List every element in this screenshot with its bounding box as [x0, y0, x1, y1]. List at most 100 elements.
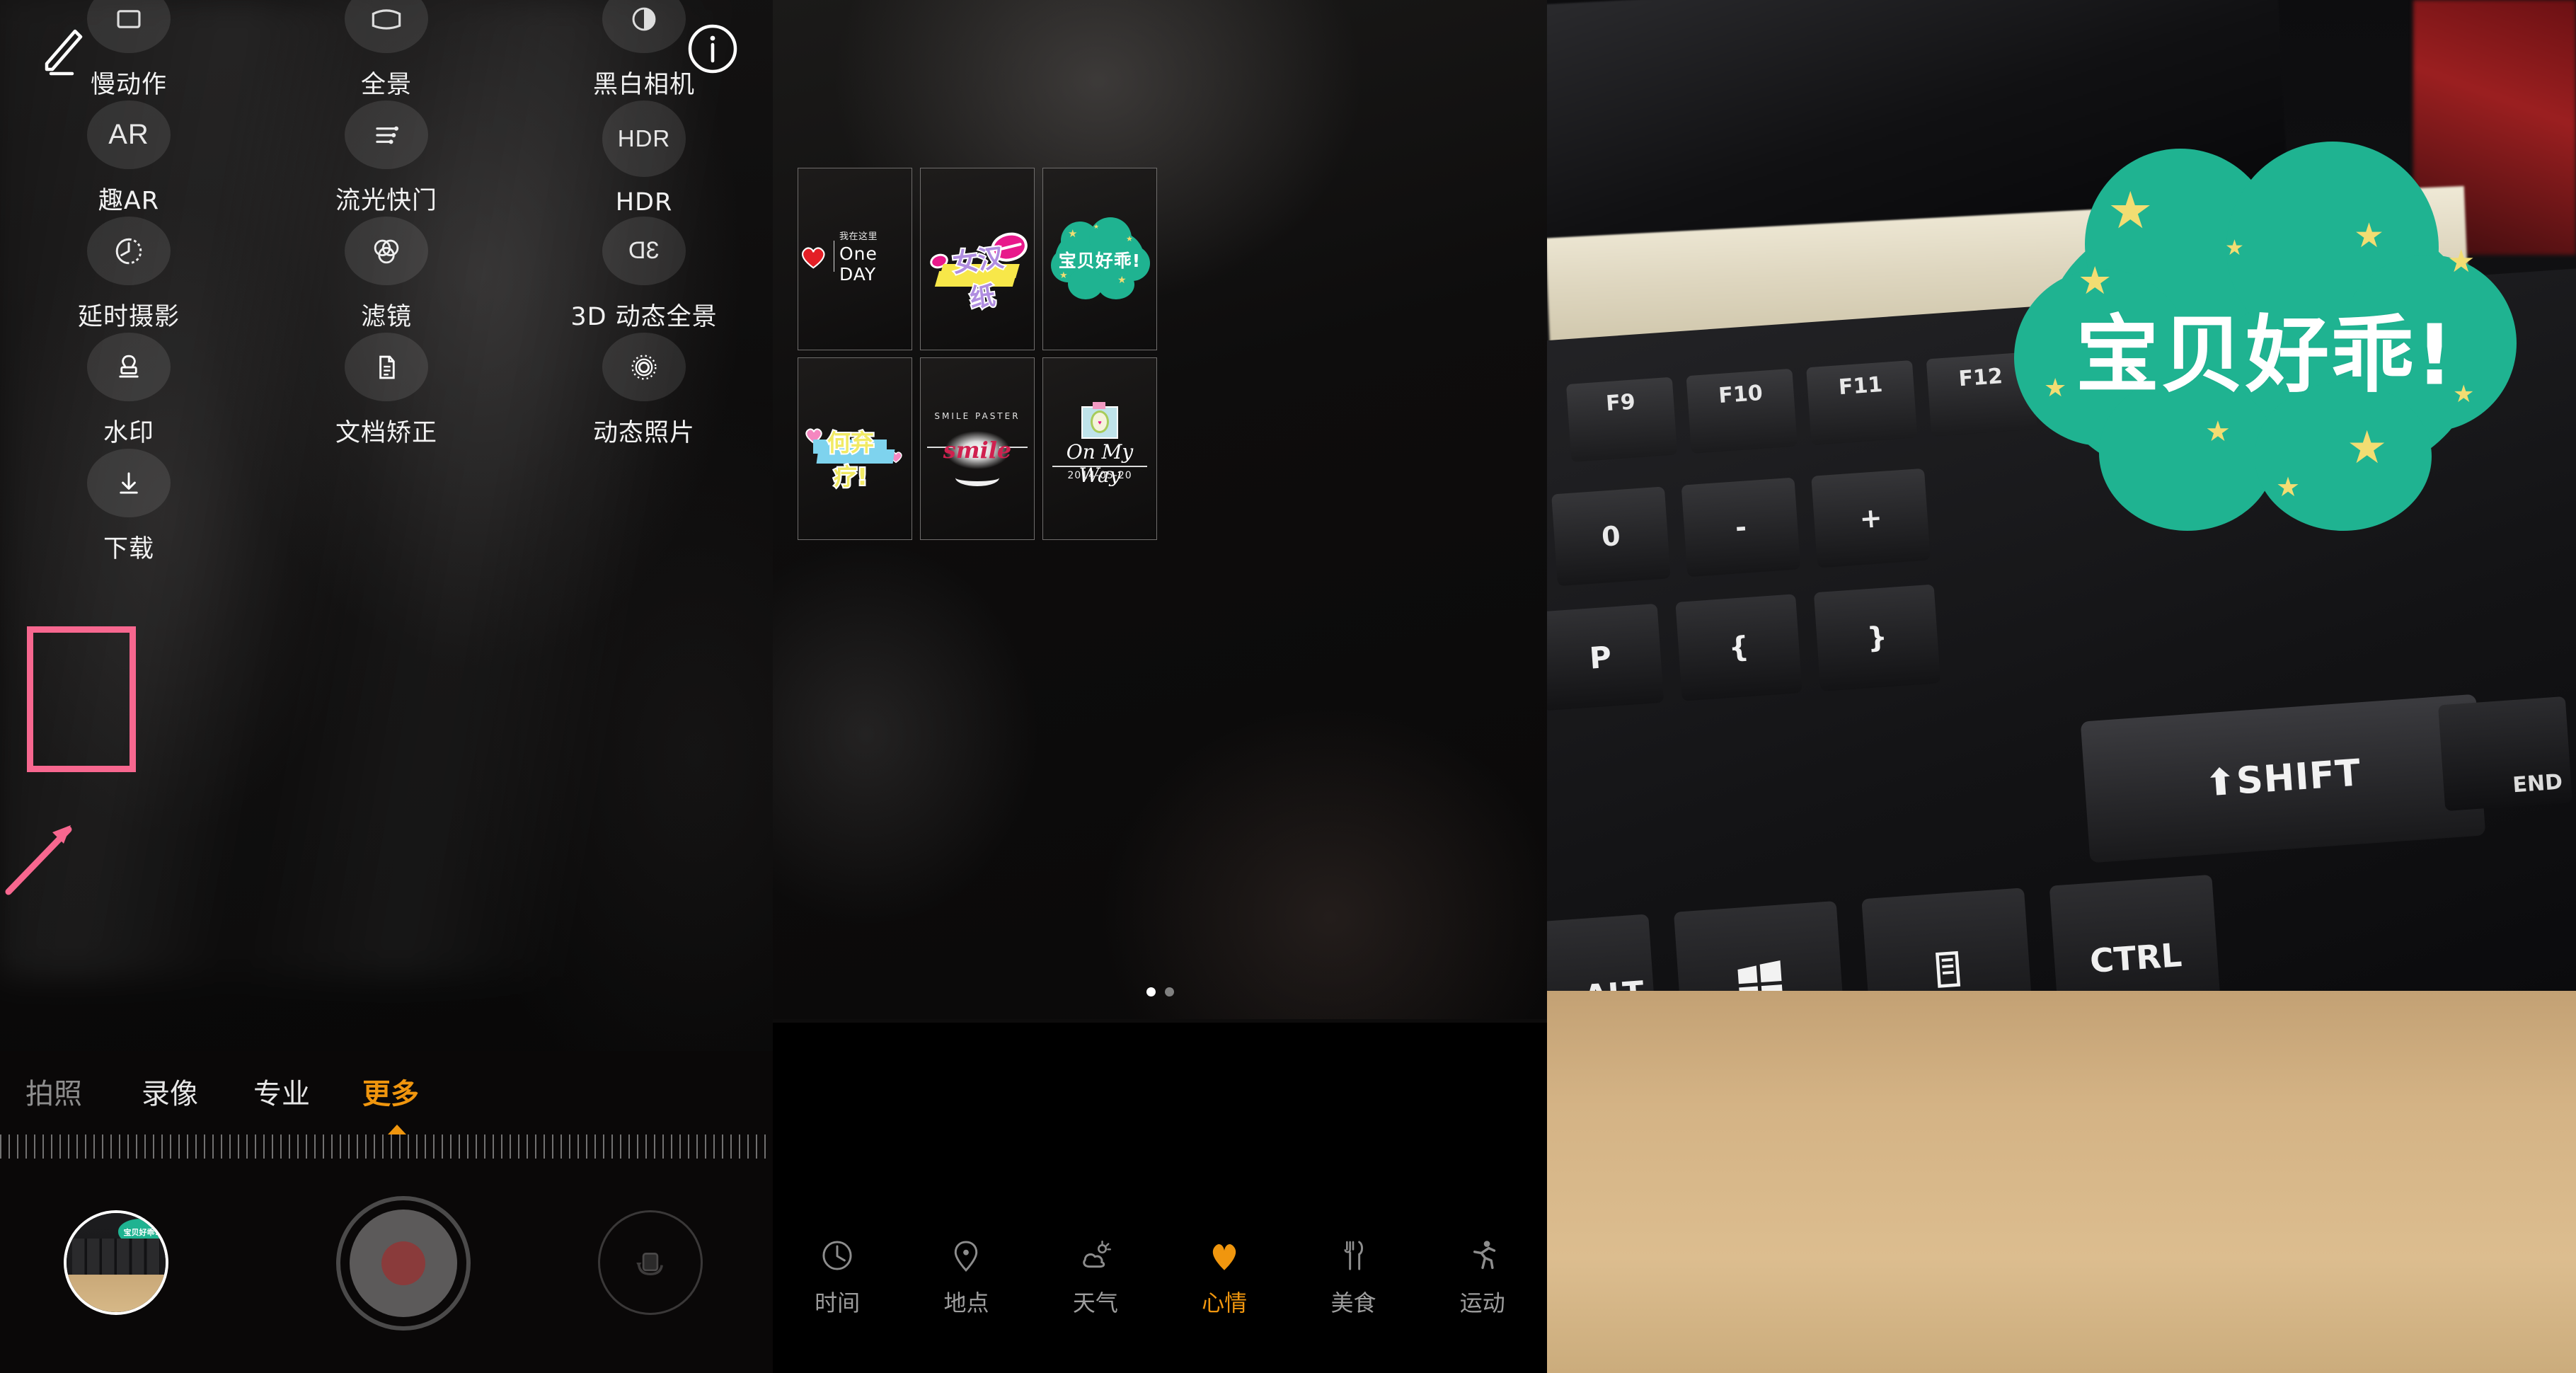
nav-label: 地点	[943, 1289, 989, 1316]
tab-photo[interactable]: 拍照	[25, 1071, 82, 1112]
zoom-ruler[interactable]	[0, 1134, 773, 1159]
mode-item-filter[interactable]: 滤镜	[258, 217, 515, 333]
key-label: }	[1865, 621, 1889, 655]
mode-label: 下载	[103, 535, 154, 563]
mode-label: 滤镜	[360, 303, 412, 331]
running-person-icon	[1464, 1230, 1501, 1274]
shutter-button[interactable]	[336, 1196, 471, 1331]
shutter-record-dot	[381, 1241, 425, 1285]
camera-top-bar	[0, 0, 773, 106]
sticker-cell-nv-han-zhi[interactable]: 女汉纸	[920, 168, 1035, 350]
sticker-subtitle: SMILE PASTER	[934, 411, 1020, 421]
star-icon: ★	[2205, 416, 2231, 447]
watermark-category-nav: 时间 地点 天气 心情 美食 运动	[773, 1230, 1547, 1318]
key-label: F12	[1957, 364, 2004, 392]
sticker-cell-on-my-way[interactable]: ♥ On My Way 2014-05-20	[1042, 357, 1157, 540]
gallery-thumbnail[interactable]: 宝贝好乖!	[64, 1210, 168, 1315]
result-photo-panel: F9 F10 F11 F12 0 - + P {} ⬆SHIFT CTRL E…	[1547, 0, 2576, 1373]
key-label: END	[2512, 769, 2564, 798]
mode-item-3d-panorama[interactable]: 3D 3D 动态全景	[515, 217, 773, 333]
tab-video[interactable]: 录像	[142, 1071, 198, 1112]
mode-item-ar[interactable]: AR 趣AR	[0, 100, 258, 217]
motion-photo-icon	[602, 333, 686, 401]
key-end: END	[2437, 696, 2573, 812]
watermark-stamp-icon	[87, 333, 171, 401]
sticker-title: 何弃疗!	[826, 427, 875, 492]
page-dot-active[interactable]	[1146, 987, 1156, 996]
3d-panorama-icon: 3D	[602, 217, 686, 285]
applied-watermark-sticker[interactable]: ★ ★ ★ ★ ★ ★ ★ ★ ★ ★ 宝贝好乖!	[2014, 142, 2517, 538]
sticker-cell-one-day[interactable]: 我在这里 One DAY	[798, 168, 912, 350]
mode-item-download[interactable]: 下载	[0, 449, 258, 565]
download-icon	[87, 449, 171, 517]
page-dot[interactable]	[1164, 987, 1174, 996]
shutter-inner	[350, 1210, 457, 1317]
sticker-subtitle: 我在这里	[839, 231, 878, 242]
sticker-text: 宝贝好乖!	[2076, 306, 2455, 404]
key-label: CTRL	[2088, 936, 2183, 981]
mode-label: 趣AR	[98, 187, 160, 215]
weather-cloud-sun-icon	[1077, 1230, 1114, 1274]
desk-surface	[1547, 991, 2576, 1373]
nav-item-time[interactable]: 时间	[773, 1230, 902, 1318]
switch-camera-button[interactable]	[598, 1210, 703, 1315]
context-menu-icon	[1935, 950, 1961, 988]
3d-glyph: 3D	[628, 237, 660, 264]
picker-bottom-area	[773, 1023, 1547, 1373]
nav-label: 心情	[1202, 1289, 1248, 1316]
camera-bottom-bar: 拍照 录像 专业 更多 宝贝好乖!	[0, 1051, 773, 1373]
key-label: +	[1858, 502, 1883, 535]
nav-item-weather[interactable]: 天气	[1031, 1230, 1160, 1318]
key-label: F9	[1605, 389, 1636, 417]
tab-more[interactable]: 更多	[362, 1071, 419, 1112]
sticker-cell-he-qi-liao[interactable]: 何弃疗!	[798, 357, 912, 540]
location-pin-icon	[948, 1230, 984, 1274]
nav-item-mood[interactable]: 心情	[1160, 1230, 1289, 1318]
heart-icon	[1206, 1230, 1243, 1274]
camera-more-modes-panel: 慢动作 全景 黑白相机 AR 趣AR 流光快门 HDR HDR 延时摄影 滤镜 …	[0, 0, 773, 1373]
star-icon: ★	[2447, 244, 2476, 279]
key-label: P	[1588, 639, 1613, 676]
mode-item-document-correction[interactable]: 文档矫正	[258, 333, 515, 449]
three-panel-screenshot: 慢动作 全景 黑白相机 AR 趣AR 流光快门 HDR HDR 延时摄影 滤镜 …	[0, 0, 2576, 1373]
nav-item-food[interactable]: 美食	[1289, 1230, 1418, 1318]
mode-item-light-painting[interactable]: 流光快门	[258, 100, 515, 217]
thumbnail-sticker-text: 宝贝好乖!	[123, 1227, 159, 1237]
sticker-title: One DAY	[839, 243, 878, 285]
pencil-icon[interactable]	[34, 25, 88, 79]
filter-icon	[345, 217, 428, 285]
mode-item-watermark[interactable]: 水印	[0, 333, 258, 449]
star-icon: ★	[2354, 217, 2385, 255]
sticker-row: 我在这里 One DAY 女汉纸 ★ ★ ★ ★ ★ 宝贝好乖!	[798, 168, 1519, 350]
star-icon: ★	[2276, 473, 2301, 502]
nav-item-location[interactable]: 地点	[902, 1230, 1030, 1318]
camera-mode-tabs: 拍照 录像 专业 更多	[0, 1071, 773, 1134]
clock-icon	[819, 1230, 856, 1274]
key-shift: ⬆SHIFT	[2080, 694, 2486, 863]
watermark-sticker-picker-panel: 我在这里 One DAY 女汉纸 ★ ★ ★ ★ ★ 宝贝好乖! 何弃疗! SM…	[773, 0, 1547, 1373]
time-lapse-icon	[87, 217, 171, 285]
mode-item-motion-photo[interactable]: 动态照片	[515, 333, 773, 449]
sticker-cell-baobei-haoguai[interactable]: ★ ★ ★ ★ ★ 宝贝好乖!	[1042, 168, 1157, 350]
sticker-grid: 我在这里 One DAY 女汉纸 ★ ★ ★ ★ ★ 宝贝好乖! 何弃疗! SM…	[798, 168, 1519, 540]
nav-item-sport[interactable]: 运动	[1418, 1230, 1547, 1318]
mode-row-4: 水印 文档矫正 动态照片	[0, 333, 773, 449]
sticker-cell-smile[interactable]: SMILE PASTER smile	[920, 357, 1035, 540]
key-label: -	[1734, 511, 1748, 544]
ar-icon: AR	[87, 100, 171, 169]
nav-label: 天气	[1072, 1289, 1118, 1316]
key-label: {	[1727, 631, 1750, 665]
tab-pro[interactable]: 专业	[253, 1071, 310, 1112]
info-icon[interactable]	[686, 23, 739, 75]
star-icon: ★	[2108, 183, 2154, 239]
mode-item-time-lapse[interactable]: 延时摄影	[0, 217, 258, 333]
mode-item-hdr[interactable]: HDR HDR	[515, 100, 773, 217]
document-correction-icon	[345, 333, 428, 401]
key-label: F11	[1837, 372, 1884, 401]
ar-glyph: AR	[108, 119, 149, 150]
smile-arc-icon	[955, 469, 999, 486]
mode-label: 动态照片	[592, 419, 695, 447]
nav-label: 运动	[1459, 1289, 1505, 1316]
nav-label: 时间	[815, 1289, 861, 1316]
mode-row-5: 下载	[0, 449, 773, 565]
